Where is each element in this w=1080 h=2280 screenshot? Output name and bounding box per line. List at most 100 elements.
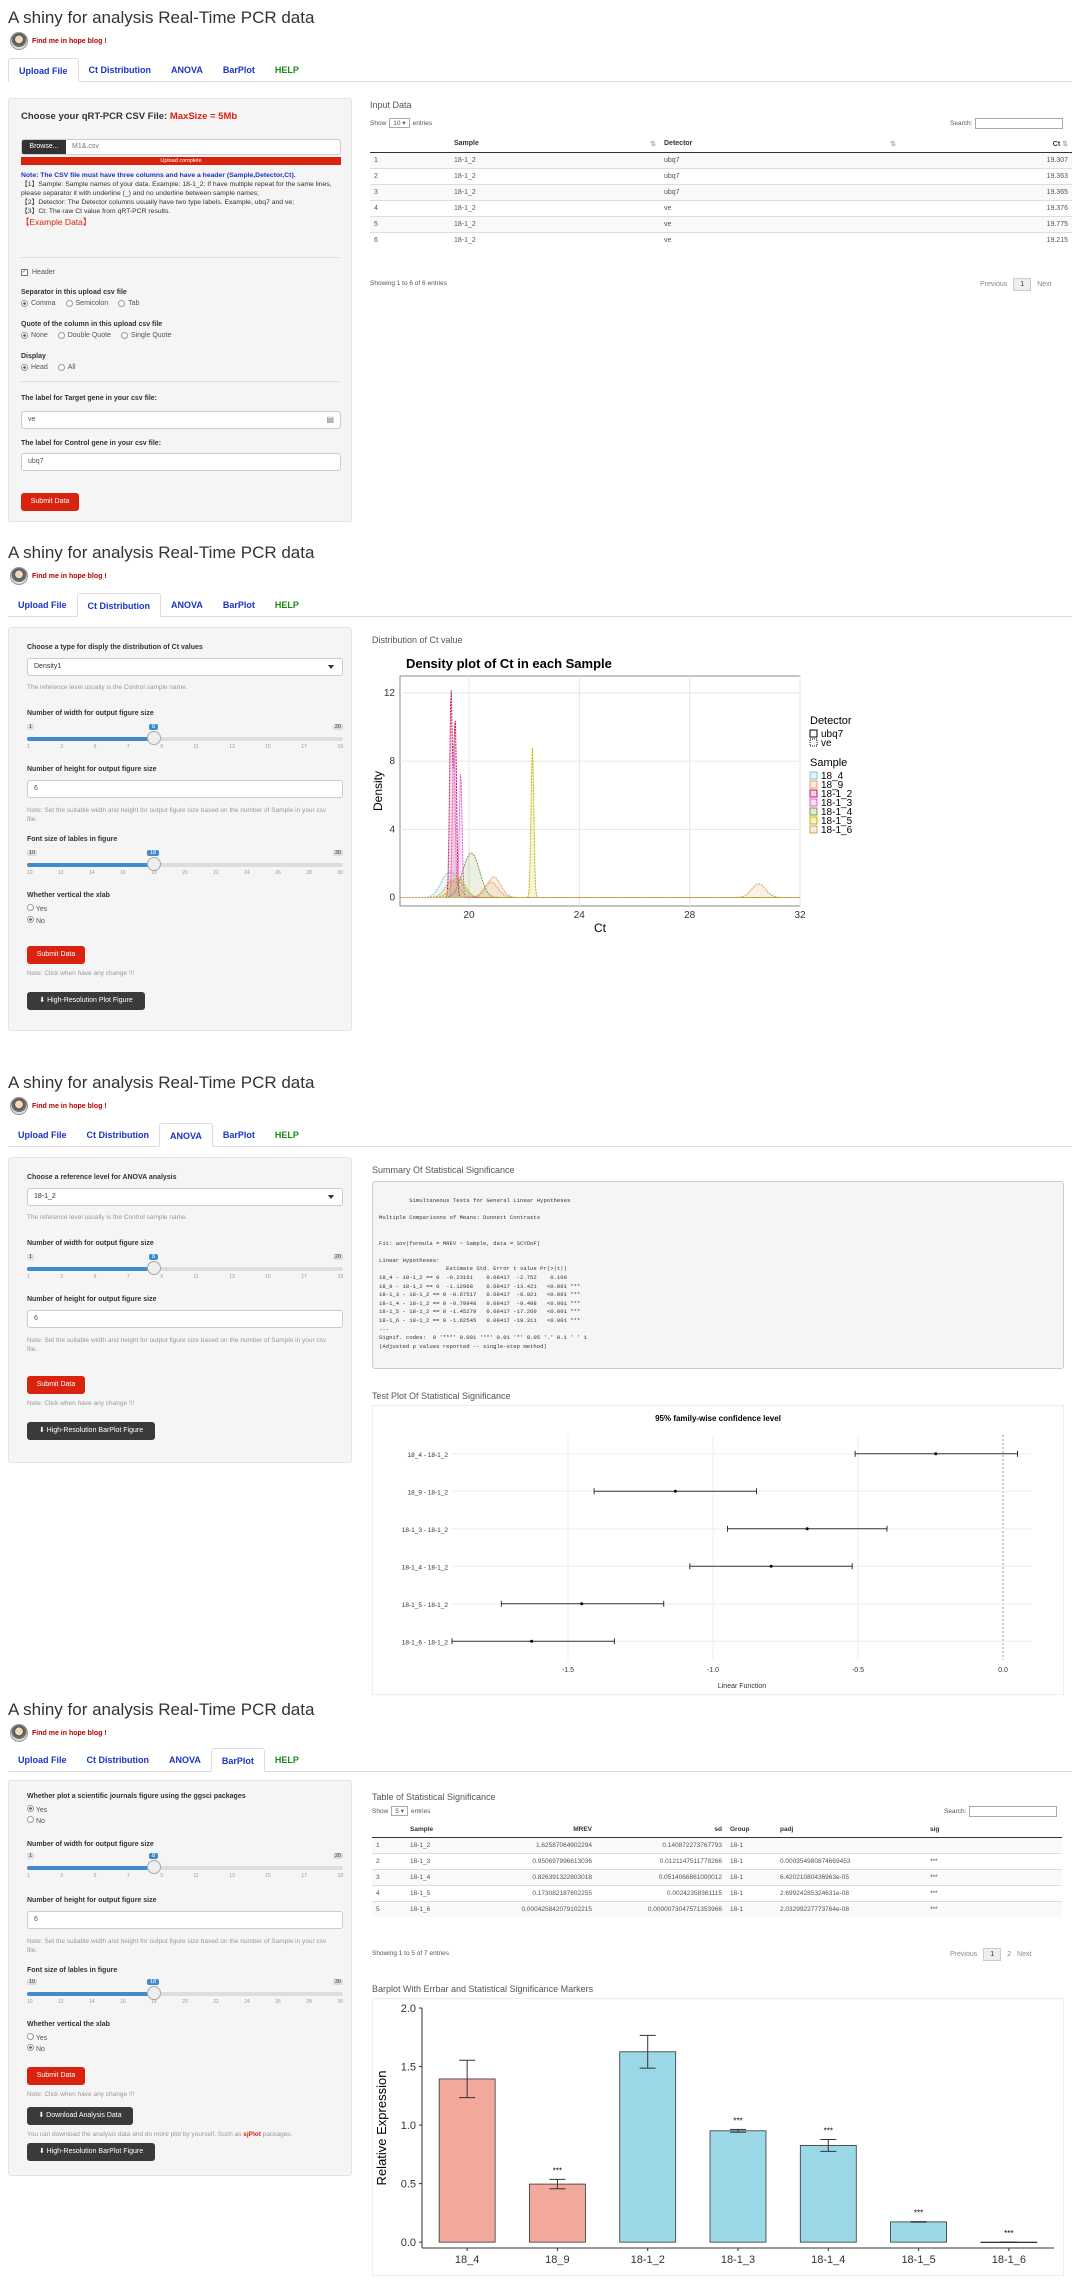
reference-select[interactable]: 18-1_2	[27, 1188, 343, 1206]
checkbox-checked-icon[interactable]: ✓	[21, 269, 28, 276]
prev-button[interactable]: Previous	[980, 281, 1007, 288]
hires-plot-button[interactable]: ⬇ High-Resolution Plot Figure	[27, 992, 145, 1010]
tab-help[interactable]: HELP	[265, 1123, 309, 1147]
blog-link[interactable]: Find me in hope blog !	[32, 1103, 107, 1110]
tab-barplot[interactable]: BarPlot	[213, 1123, 265, 1147]
next-button[interactable]: Next	[1017, 1951, 1031, 1958]
col-header-sd[interactable]: sd	[596, 1822, 726, 1838]
radio-tab[interactable]: Tab	[118, 300, 140, 307]
radio-none[interactable]: None	[21, 332, 48, 339]
tab-barplot[interactable]: BarPlot	[210, 1748, 265, 1772]
radio-double-quote[interactable]: Double Quote	[57, 332, 111, 339]
col-header-sig[interactable]: sig	[926, 1822, 1062, 1838]
display-radio[interactable]: Head All	[21, 364, 76, 371]
tab-help[interactable]: HELP	[265, 593, 309, 617]
separator-radio[interactable]: Comma Semicolon Tab	[21, 300, 140, 307]
tab-upload-file[interactable]: Upload File	[8, 1748, 77, 1772]
height-input[interactable]: 6	[27, 780, 343, 798]
radio-semicolon[interactable]: Semicolon	[65, 300, 108, 307]
tab-ct-distribution[interactable]: Ct Distribution	[79, 58, 162, 82]
blog-link[interactable]: Find me in hope blog !	[32, 573, 107, 580]
radio-all[interactable]: All	[57, 364, 76, 371]
table-row[interactable]: 3 18-1_4 0.826391322803018 0.05140668610000…	[372, 1869, 1062, 1886]
table-row[interactable]: 3 18-1_2 ubq7 19.365	[370, 184, 1072, 201]
col-header-ct[interactable]: Ct ⇅	[900, 136, 1072, 153]
header-checkbox[interactable]: ✓ Header	[21, 269, 55, 276]
submit-data-button[interactable]: Submit Data	[27, 946, 85, 964]
col-header-sample[interactable]: Sample	[406, 1822, 486, 1838]
width-slider[interactable]: 1 8 20 1 3 5 7 9 11 13 15 17 19	[27, 1853, 343, 1881]
entries-length[interactable]: Show 5 ▾ entries	[372, 1806, 430, 1816]
blog-link[interactable]: Find me in hope blog !	[32, 1730, 107, 1737]
tab-ct-distribution[interactable]: Ct Distribution	[77, 1748, 160, 1772]
tab-ct-distribution[interactable]: Ct Distribution	[76, 593, 162, 617]
col-header[interactable]	[370, 136, 450, 153]
tab-upload-file[interactable]: Upload File	[8, 58, 79, 82]
radio-no[interactable]: No	[27, 2044, 47, 2055]
table-row[interactable]: 4 18-1_5 0.173082187602255 0.00242358361115…	[372, 1885, 1062, 1902]
control-input[interactable]: ubq7	[21, 453, 341, 471]
table-row[interactable]: 5 18-1_2 ve 19.775	[370, 216, 1072, 233]
width-slider[interactable]: 1 8 20 1 3 5 7 9 11 13 15 17 19	[27, 1254, 343, 1282]
search-input[interactable]	[969, 1806, 1058, 1817]
tab-upload-file[interactable]: Upload File	[8, 1123, 77, 1147]
tab-barplot[interactable]: BarPlot	[213, 593, 265, 617]
example-data-link[interactable]: 【Example Data】	[21, 218, 343, 227]
height-input[interactable]: 6	[27, 1310, 343, 1328]
table-row[interactable]: 1 18-1_2 1.62587064902294 0.140872273767793…	[372, 1837, 1062, 1854]
radio-yes[interactable]: Yes	[27, 904, 47, 916]
col-header-mrev[interactable]: MREV	[486, 1822, 596, 1838]
tab-anova[interactable]: ANOVA	[159, 1123, 213, 1147]
journal-radio[interactable]: Yes No	[27, 1805, 47, 1827]
tab-upload-file[interactable]: Upload File	[8, 593, 77, 617]
sjplot-link[interactable]: sjPlot	[243, 2131, 261, 2138]
hires-barplot-button[interactable]: ⬇ High-Resolution BarPlot Figure	[27, 2143, 155, 2161]
table-row[interactable]: 2 18-1_3 0.950697996613036 0.01211475117782…	[372, 1853, 1062, 1870]
page-button[interactable]: 2	[1007, 1951, 1011, 1958]
font-size-slider[interactable]: 10 18 30 10 12 14 16 18 20 22 24 26 28 30	[27, 850, 343, 878]
font-size-slider[interactable]: 10 18 30 10 12 14 16 18 20 22 24 26 28 30	[27, 1979, 343, 2007]
next-button[interactable]: Next	[1037, 281, 1051, 288]
entries-length[interactable]: Show 10 ▾ entries	[370, 118, 432, 128]
radio-single-quote[interactable]: Single Quote	[120, 332, 171, 339]
length-select[interactable]: 10 ▾	[389, 118, 410, 128]
tab-anova[interactable]: ANOVA	[161, 58, 213, 82]
page-button[interactable]: 1	[1013, 278, 1032, 291]
vertical-radio[interactable]: Yes No	[27, 2033, 47, 2055]
target-input[interactable]: ve ▤	[21, 411, 341, 429]
submit-data-button[interactable]: Submit Data	[21, 493, 79, 511]
browse-button[interactable]: Browse...	[22, 140, 66, 154]
submit-data-button[interactable]: Submit Data	[27, 1376, 85, 1394]
tab-help[interactable]: HELP	[265, 58, 309, 82]
slider-handle[interactable]	[147, 1261, 161, 1275]
tab-barplot[interactable]: BarPlot	[213, 58, 265, 82]
width-slider[interactable]: 1 8 20 1 3 5 7 9 11 13 15 17 19	[27, 724, 343, 752]
tab-ct-distribution[interactable]: Ct Distribution	[77, 1123, 160, 1147]
vertical-radio[interactable]: Yes No	[27, 904, 47, 928]
submit-data-button[interactable]: Submit Data	[27, 2067, 85, 2085]
tab-anova[interactable]: ANOVA	[159, 1748, 211, 1772]
radio-comma[interactable]: Comma	[21, 300, 56, 307]
radio-yes[interactable]: Yes	[27, 2033, 47, 2044]
length-select[interactable]: 5 ▾	[391, 1806, 408, 1816]
col-header-padj[interactable]: padj	[776, 1822, 926, 1838]
slider-handle[interactable]	[147, 857, 161, 871]
col-header-detector[interactable]: Detector ⇅	[660, 136, 900, 153]
radio-head[interactable]: Head	[21, 364, 48, 371]
slider-handle[interactable]	[147, 1986, 161, 2000]
quote-radio[interactable]: None Double Quote Single Quote	[21, 332, 171, 339]
col-header-group[interactable]: Group	[726, 1822, 776, 1838]
file-input[interactable]: Browse... M1&.csv	[21, 139, 341, 155]
height-input[interactable]: 6	[27, 1911, 343, 1929]
table-row[interactable]: 1 18-1_2 ubq7 19.307	[370, 152, 1072, 169]
search-input[interactable]	[975, 118, 1064, 129]
table-row[interactable]: 2 18-1_2 ubq7 19.363	[370, 168, 1072, 185]
slider-handle[interactable]	[147, 1860, 161, 1874]
col-header-sample[interactable]: Sample ⇅	[450, 136, 660, 153]
blog-link[interactable]: Find me in hope blog !	[32, 38, 107, 45]
page-button[interactable]: 1	[983, 1948, 1002, 1961]
radio-no[interactable]: No	[27, 1816, 47, 1827]
prev-button[interactable]: Previous	[950, 1951, 977, 1958]
type-select[interactable]: Density1	[27, 658, 343, 676]
table-row[interactable]: 4 18-1_2 ve 19.376	[370, 200, 1072, 217]
